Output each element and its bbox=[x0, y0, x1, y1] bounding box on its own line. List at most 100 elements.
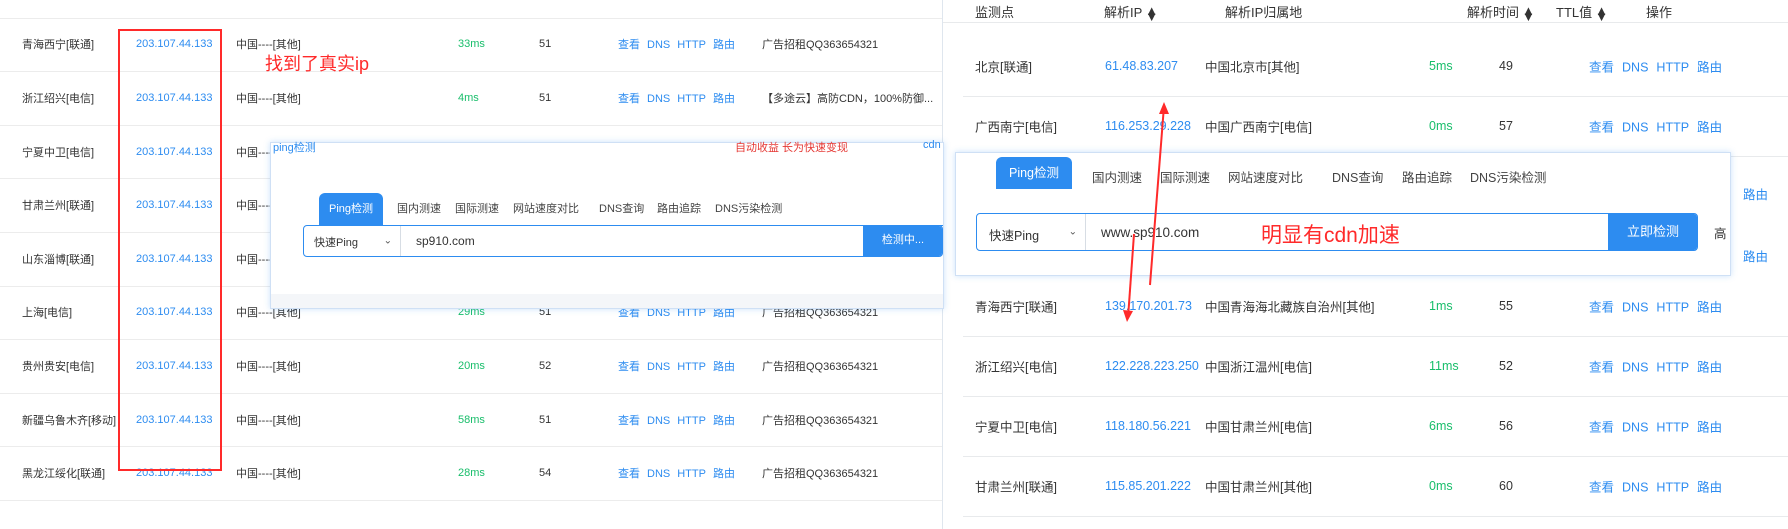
action-dns-link[interactable]: DNS bbox=[647, 307, 670, 319]
tab-ping[interactable]: Ping检测 bbox=[996, 157, 1072, 189]
tab-site-compare[interactable]: 网站速度对比 bbox=[1228, 167, 1303, 186]
left-ping-type-select[interactable]: 快速Ping ⌄ bbox=[304, 226, 401, 256]
sort-icon[interactable]: ▲ ▼ bbox=[1595, 4, 1608, 23]
card-partial-right-text: cdn bbox=[923, 139, 941, 151]
action-dns-link[interactable]: DNS bbox=[1622, 61, 1648, 75]
ad-link[interactable]: 广告招租QQ363654321 bbox=[762, 412, 878, 428]
tab-dns-pollution[interactable]: DNS污染检测 bbox=[715, 200, 782, 216]
action-route-link[interactable]: 路由 bbox=[713, 93, 735, 105]
action-dns-link[interactable]: DNS bbox=[1622, 481, 1648, 495]
action-dns-link[interactable]: DNS bbox=[647, 415, 670, 427]
action-http-link[interactable]: HTTP bbox=[677, 361, 706, 373]
action-view-link[interactable]: 查看 bbox=[1589, 61, 1614, 75]
action-dns-link[interactable]: DNS bbox=[1622, 421, 1648, 435]
action-route-link[interactable]: 路由 bbox=[1697, 481, 1722, 495]
action-route-link[interactable]: 路由 bbox=[1697, 361, 1722, 375]
action-http-link[interactable]: HTTP bbox=[1656, 301, 1689, 315]
left-domain-input[interactable] bbox=[416, 226, 796, 256]
action-route-link[interactable]: 路由 bbox=[1697, 301, 1722, 315]
table-row: 青海西宁[联通] 139.170.201.73 中国青海海北藏族自治州[其他] 1ms… bbox=[963, 276, 1788, 337]
tab-intl-speed[interactable]: 国际测速 bbox=[455, 200, 499, 216]
ad-link[interactable]: 广告招租QQ363654321 bbox=[762, 36, 878, 52]
action-view-link[interactable]: 查看 bbox=[1589, 361, 1614, 375]
action-route-link[interactable]: 路由 bbox=[713, 468, 735, 480]
action-http-link[interactable]: HTTP bbox=[1656, 61, 1689, 75]
action-http-link[interactable]: HTTP bbox=[677, 39, 706, 51]
action-http-link[interactable]: HTTP bbox=[1656, 421, 1689, 435]
action-route-link[interactable]: 路由 bbox=[1697, 421, 1722, 435]
response-time: 1ms bbox=[1429, 299, 1453, 313]
tab-dns-query[interactable]: DNS查询 bbox=[599, 200, 644, 216]
action-dns-link[interactable]: DNS bbox=[1622, 301, 1648, 315]
action-view-link[interactable]: 查看 bbox=[618, 93, 640, 105]
tab-site-compare[interactable]: 网站速度对比 bbox=[513, 200, 579, 216]
tab-route-trace[interactable]: 路由追踪 bbox=[657, 200, 701, 216]
action-route-link[interactable]: 路由 bbox=[713, 361, 735, 373]
action-http-link[interactable]: HTTP bbox=[1656, 121, 1689, 135]
start-check-button[interactable]: 立即检测 bbox=[1608, 214, 1697, 250]
ad-link[interactable]: 广告招租QQ363654321 bbox=[762, 358, 878, 374]
action-route-link[interactable]: 路由 bbox=[713, 39, 735, 51]
action-http-link[interactable]: HTTP bbox=[677, 93, 706, 105]
header-time[interactable]: 解析时间 ▲ ▼ bbox=[1467, 2, 1535, 23]
action-http-link[interactable]: HTTP bbox=[677, 468, 706, 480]
row-actions: 查看 DNS HTTP 路由 bbox=[618, 412, 742, 428]
sort-icon[interactable]: ▲ ▼ bbox=[1145, 4, 1158, 23]
node-name: 青海西宁[联通] bbox=[22, 39, 95, 52]
action-view-link[interactable]: 查看 bbox=[1589, 421, 1614, 435]
header-ip[interactable]: 解析IP ▲ ▼ bbox=[1104, 2, 1158, 23]
action-dns-link[interactable]: DNS bbox=[1622, 121, 1648, 135]
resolved-ip[interactable]: 61.48.83.207 bbox=[1105, 59, 1178, 73]
action-view-link[interactable]: 查看 bbox=[618, 361, 640, 373]
action-view-link[interactable]: 查看 bbox=[618, 307, 640, 319]
ip-location: 中国----[其他] bbox=[236, 414, 301, 427]
action-view-link[interactable]: 查看 bbox=[618, 39, 640, 51]
ad-link[interactable]: 【多途云】高防CDN，100%防御... bbox=[762, 90, 933, 106]
header-time-label: 解析时间 bbox=[1467, 5, 1520, 20]
row-actions: 查看 DNS HTTP 路由 bbox=[618, 358, 742, 374]
action-route-link[interactable]: 路由 bbox=[713, 307, 735, 319]
checking-button[interactable]: 检测中... bbox=[863, 226, 942, 256]
action-view-link[interactable]: 查看 bbox=[1589, 301, 1614, 315]
row-actions: 查看 DNS HTTP 路由 bbox=[1589, 57, 1730, 76]
tab-ping[interactable]: Ping检测 bbox=[319, 193, 383, 225]
node-name: 贵州贵安[电信] bbox=[22, 360, 95, 373]
action-dns-link[interactable]: DNS bbox=[647, 468, 670, 480]
action-dns-link[interactable]: DNS bbox=[647, 361, 670, 373]
resolved-ip[interactable]: 115.85.201.222 bbox=[1105, 479, 1191, 493]
action-view-link[interactable]: 查看 bbox=[618, 415, 640, 427]
tab-dns-query[interactable]: DNS查询 bbox=[1332, 167, 1383, 186]
ip-location: 中国青海海北藏族自治州[其他] bbox=[1205, 300, 1375, 315]
ad-link[interactable]: 广告招租QQ363654321 bbox=[762, 465, 878, 481]
action-route-link[interactable]: 路由 bbox=[1697, 121, 1722, 135]
arrow-down-head bbox=[1123, 310, 1133, 322]
action-route-link[interactable]: 路由 bbox=[1743, 184, 1768, 203]
right-ping-type-select[interactable]: 快速Ping ⌄ bbox=[977, 214, 1086, 250]
action-http-link[interactable]: HTTP bbox=[677, 307, 706, 319]
tab-dns-pollution[interactable]: DNS污染检测 bbox=[1470, 167, 1546, 186]
action-dns-link[interactable]: DNS bbox=[1622, 361, 1648, 375]
row-actions: 查看 DNS HTTP 路由 bbox=[1589, 117, 1730, 136]
resolved-ip[interactable]: 118.180.56.221 bbox=[1105, 419, 1191, 433]
resolved-ip[interactable]: 122.228.223.250 bbox=[1105, 359, 1199, 373]
action-dns-link[interactable]: DNS bbox=[647, 39, 670, 51]
action-http-link[interactable]: HTTP bbox=[1656, 361, 1689, 375]
response-time: 0ms bbox=[1429, 479, 1453, 493]
tab-route-trace[interactable]: 路由追踪 bbox=[1402, 167, 1452, 186]
header-ttl-label: TTL值 bbox=[1556, 5, 1593, 20]
action-view-link[interactable]: 查看 bbox=[618, 468, 640, 480]
card-side-text: 高 bbox=[1714, 227, 1727, 241]
action-route-link[interactable]: 路由 bbox=[1697, 61, 1722, 75]
action-route-link[interactable]: 路由 bbox=[713, 415, 735, 427]
action-dns-link[interactable]: DNS bbox=[647, 93, 670, 105]
sort-icon[interactable]: ▲ ▼ bbox=[1522, 4, 1535, 23]
tab-domestic-speed[interactable]: 国内测速 bbox=[397, 200, 441, 216]
card-partial-title: ping检测 bbox=[273, 142, 316, 154]
action-http-link[interactable]: HTTP bbox=[1656, 481, 1689, 495]
action-view-link[interactable]: 查看 bbox=[1589, 481, 1614, 495]
action-view-link[interactable]: 查看 bbox=[1589, 121, 1614, 135]
header-ttl[interactable]: TTL值 ▲ ▼ bbox=[1556, 2, 1608, 23]
ip-location: 中国----[其他] bbox=[236, 92, 301, 105]
action-http-link[interactable]: HTTP bbox=[677, 415, 706, 427]
action-route-link[interactable]: 路由 bbox=[1743, 246, 1768, 265]
